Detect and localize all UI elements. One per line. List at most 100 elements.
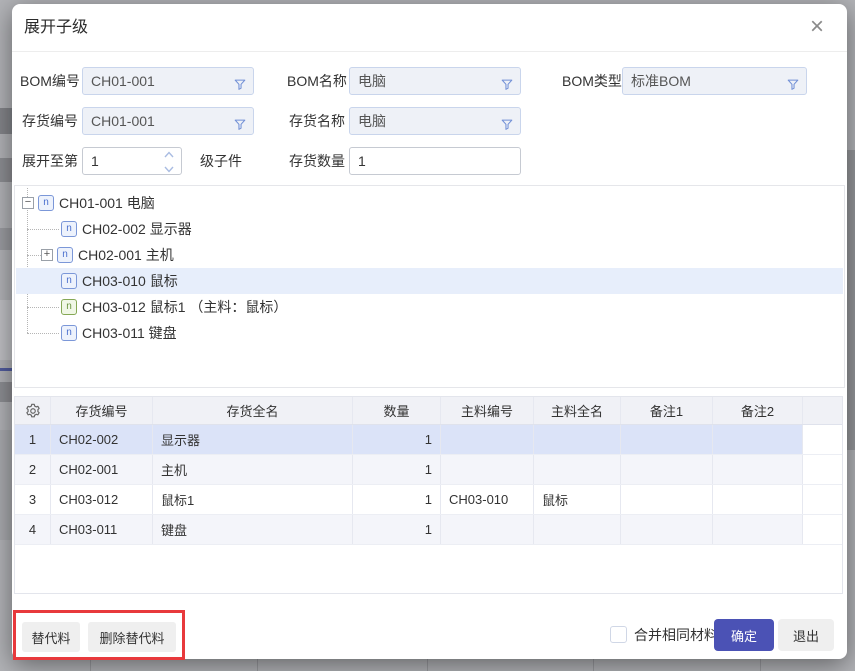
- row-filler: [803, 425, 842, 454]
- column-settings-button[interactable]: [15, 397, 51, 424]
- filter-icon[interactable]: [233, 114, 247, 135]
- cell-note1[interactable]: [621, 455, 713, 484]
- cell-note2[interactable]: [713, 425, 803, 454]
- cell-inventory-name[interactable]: 键盘: [153, 515, 353, 544]
- column-header[interactable]: 数量: [353, 397, 441, 424]
- cell-inventory-code[interactable]: CH03-012: [51, 485, 153, 514]
- background-fragment: [0, 228, 12, 250]
- confirm-button[interactable]: 确定: [714, 619, 774, 651]
- tree-node-label: CH02-002 显示器: [82, 219, 192, 239]
- cell-qty[interactable]: 1: [353, 455, 441, 484]
- tree-node-label: CH03-011 键盘: [82, 323, 177, 343]
- table-row[interactable]: 1 CH02-002 显示器 1: [15, 425, 842, 455]
- cell-note1[interactable]: [621, 425, 713, 454]
- substitute-material-button[interactable]: 替代料: [22, 622, 80, 652]
- cell-main-code[interactable]: [441, 425, 534, 454]
- tree-node-label: CH03-012 鼠标1 （主料：鼠标）: [82, 297, 287, 317]
- inventory-qty-field[interactable]: 1: [349, 147, 521, 175]
- tree-node-selected[interactable]: n CH03-010 鼠标: [16, 268, 843, 294]
- cell-note2[interactable]: [713, 485, 803, 514]
- bom-code-field[interactable]: CH01-001: [82, 67, 254, 95]
- cell-inventory-name[interactable]: 显示器: [153, 425, 353, 454]
- inventory-name-field[interactable]: 电脑: [349, 107, 521, 135]
- material-icon: n: [57, 247, 73, 263]
- filter-icon[interactable]: [500, 114, 514, 135]
- cell-inventory-code[interactable]: CH02-001: [51, 455, 153, 484]
- cell-main-name[interactable]: [534, 515, 621, 544]
- stepper-buttons[interactable]: [163, 150, 177, 174]
- inventory-qty-value: 1: [358, 153, 366, 169]
- column-header[interactable]: 主料全名: [534, 397, 621, 424]
- table-row[interactable]: 3 CH03-012 鼠标1 1 CH03-010 鼠标: [15, 485, 842, 515]
- inventory-code-field[interactable]: CH01-001: [82, 107, 254, 135]
- cell-main-code[interactable]: CH03-010: [441, 485, 534, 514]
- tree-node[interactable]: n CH03-012 鼠标1 （主料：鼠标）: [16, 294, 843, 320]
- chevron-down-icon: [163, 165, 175, 174]
- tree-node-label: CH03-010 鼠标: [82, 271, 178, 291]
- cell-note2[interactable]: [713, 515, 803, 544]
- column-header[interactable]: 备注2: [713, 397, 803, 424]
- header-filler: [803, 397, 842, 424]
- tree-node[interactable]: n CH03-011 键盘: [16, 320, 843, 346]
- row-number: 1: [15, 425, 51, 454]
- cell-main-code[interactable]: [441, 455, 534, 484]
- expand-level-stepper[interactable]: 1: [82, 147, 182, 175]
- bom-name-value: 电脑: [358, 73, 386, 89]
- merge-checkbox-label: 合并相同材料: [634, 619, 718, 651]
- cell-qty[interactable]: 1: [353, 485, 441, 514]
- background-gridline: [427, 659, 428, 671]
- bom-name-label: BOM名称: [287, 67, 345, 95]
- inventory-name-value: 电脑: [358, 113, 386, 129]
- cell-main-name[interactable]: [534, 455, 621, 484]
- cell-note1[interactable]: [621, 515, 713, 544]
- cell-qty[interactable]: 1: [353, 425, 441, 454]
- cell-note2[interactable]: [713, 455, 803, 484]
- dialog-title: 展开子级: [24, 4, 88, 52]
- cell-main-name[interactable]: [534, 425, 621, 454]
- cell-main-code[interactable]: [441, 515, 534, 544]
- background-fragment: [0, 300, 12, 360]
- column-header[interactable]: 备注1: [621, 397, 713, 424]
- cell-note1[interactable]: [621, 485, 713, 514]
- filter-icon[interactable]: [233, 74, 247, 95]
- column-header[interactable]: 主料编号: [441, 397, 534, 424]
- cell-main-name[interactable]: 鼠标: [534, 485, 621, 514]
- background-fragment: [0, 108, 12, 134]
- filter-icon[interactable]: [500, 74, 514, 95]
- table-row[interactable]: 2 CH02-001 主机 1: [15, 455, 842, 485]
- inventory-qty-label: 存货数量: [287, 147, 345, 175]
- tree-node[interactable]: + n CH02-001 主机: [16, 242, 843, 268]
- expand-level-value: 1: [91, 153, 99, 169]
- bom-type-field[interactable]: 标准BOM: [622, 67, 807, 95]
- cell-inventory-name[interactable]: 主机: [153, 455, 353, 484]
- inventory-code-value: CH01-001: [91, 113, 155, 129]
- table-row[interactable]: 4 CH03-011 键盘 1: [15, 515, 842, 545]
- background-gridline: [90, 659, 91, 671]
- background-fragment: [0, 368, 12, 371]
- exit-button[interactable]: 退出: [778, 619, 834, 651]
- filter-icon[interactable]: [786, 74, 800, 95]
- collapse-icon[interactable]: −: [22, 197, 34, 209]
- tree-node-root[interactable]: − n CH01-001 电脑: [16, 190, 843, 216]
- row-number: 3: [15, 485, 51, 514]
- column-header[interactable]: 存货编号: [51, 397, 153, 424]
- bom-type-label: BOM类型: [562, 67, 620, 95]
- column-header[interactable]: 存货全名: [153, 397, 353, 424]
- tree-node[interactable]: n CH02-002 显示器: [16, 216, 843, 242]
- cell-qty[interactable]: 1: [353, 515, 441, 544]
- cell-inventory-code[interactable]: CH02-002: [51, 425, 153, 454]
- gear-icon: [24, 402, 42, 420]
- background-gridline: [760, 659, 761, 671]
- background-fragment: [0, 158, 12, 182]
- cell-inventory-name[interactable]: 鼠标1: [153, 485, 353, 514]
- expand-level-label: 展开至第: [20, 147, 78, 175]
- bom-name-field[interactable]: 电脑: [349, 67, 521, 95]
- merge-same-material-checkbox[interactable]: [610, 626, 627, 643]
- expand-icon[interactable]: +: [41, 249, 53, 261]
- delete-substitute-button[interactable]: 删除替代料: [88, 622, 176, 652]
- substitute-material-icon: n: [61, 299, 77, 315]
- background-gridline: [257, 659, 258, 671]
- cell-inventory-code[interactable]: CH03-011: [51, 515, 153, 544]
- close-icon[interactable]: ×: [803, 14, 831, 42]
- inventory-name-label: 存货名称: [287, 107, 345, 135]
